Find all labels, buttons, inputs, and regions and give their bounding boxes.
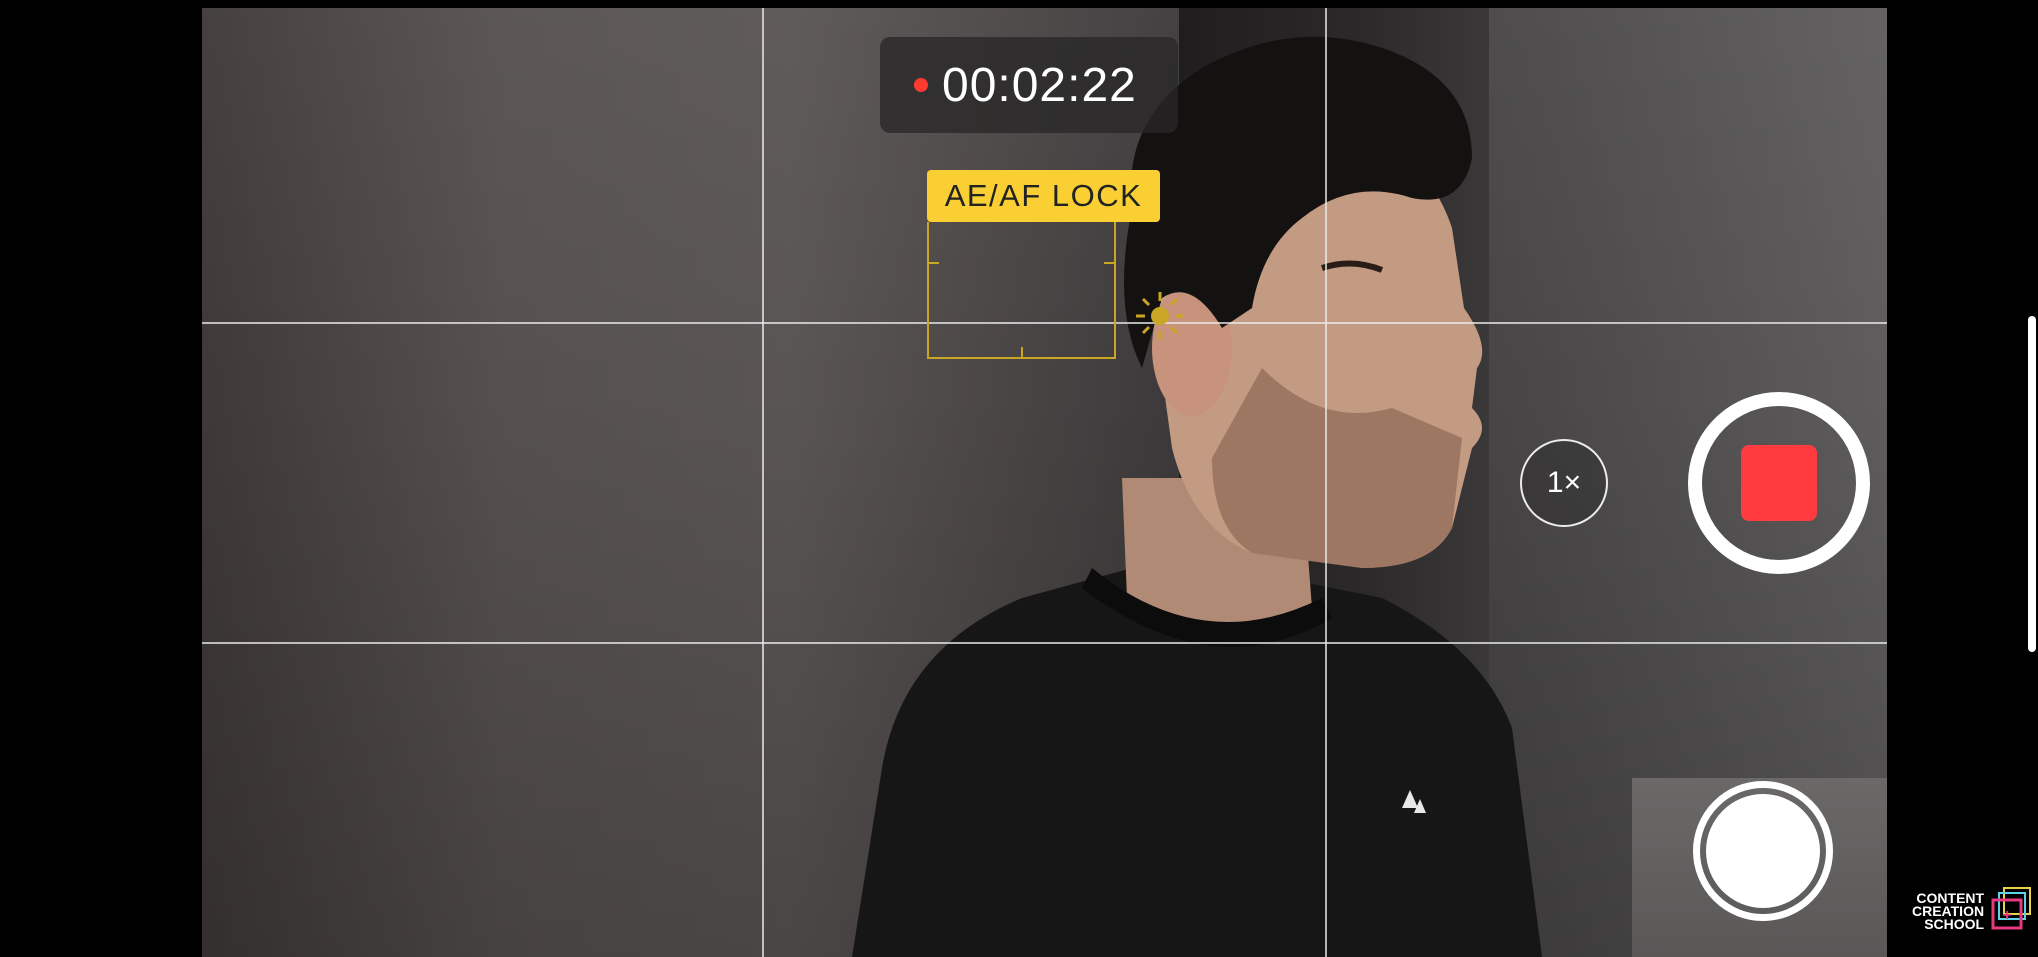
plus-square-logo: + [1991,887,2032,930]
content-creation-school-watermark: CONTENT CREATION SCHOOL + [1912,886,2032,936]
grid-line [762,8,764,957]
focus-reticle[interactable] [927,222,1116,359]
focus-tick [1021,347,1023,357]
ae-af-lock-badge[interactable]: AE/AF LOCK [927,170,1160,222]
stop-recording-button[interactable] [1688,392,1870,574]
focus-tick [929,262,939,264]
sun-icon[interactable] [1130,286,1190,346]
camera-screen: 00:02:22 AE/AF LOCK 1× CONTENT CREATION … [0,0,2038,957]
camera-viewfinder[interactable] [202,8,1887,957]
watermark-text: CONTENT CREATION SCHOOL [1912,891,1985,932]
shutter-circle-icon [1706,794,1820,908]
person-subject [852,36,1542,957]
recording-indicator-dot [914,78,928,92]
stop-square-icon [1741,445,1817,521]
zoom-toggle-button[interactable]: 1× [1520,439,1608,527]
photo-shutter-button[interactable] [1693,781,1833,921]
svg-text:+: + [2002,907,2011,924]
focus-tick [1104,262,1114,264]
recording-time: 00:02:22 [942,58,1137,112]
watermark-line: SCHOOL [1924,915,1985,932]
grid-line [202,642,1887,644]
grid-line [1325,8,1327,957]
recording-timer: 00:02:22 [880,37,1178,133]
home-indicator [2028,316,2036,652]
